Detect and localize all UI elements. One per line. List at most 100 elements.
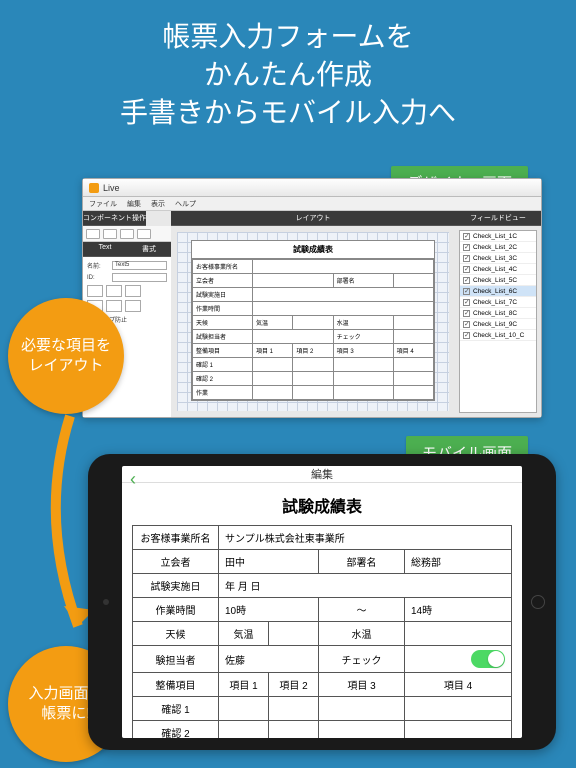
check-icon	[463, 244, 470, 251]
mobile-form: お客様事業所名 サンプル株式会社東事業所 立会者 田中 部署名 総務部 試験実施…	[122, 525, 522, 738]
field-value[interactable]	[405, 721, 512, 739]
field-value[interactable]: 10時	[219, 598, 319, 622]
camera-icon	[103, 599, 109, 605]
section-sub: 書式	[127, 244, 171, 254]
row-label: お客様事業所名	[133, 526, 219, 550]
field-value[interactable]	[269, 697, 319, 721]
canvas-title: レイアウト	[171, 211, 455, 226]
cell: 項目 4	[393, 344, 433, 358]
field-value[interactable]	[269, 622, 319, 646]
list-item[interactable]: Check_List_9C	[460, 319, 536, 330]
headline: 帳票入力フォームを かんたん作成 手書きからモバイル入力へ	[0, 0, 576, 139]
field-value[interactable]	[269, 721, 319, 739]
field-value[interactable]	[405, 697, 512, 721]
list-item-label: Check_List_2C	[473, 244, 517, 251]
row-label: 天候	[193, 316, 253, 330]
panel-component-title: コンポーネント	[83, 211, 132, 226]
field-value[interactable]	[319, 721, 405, 739]
cell: 水温	[333, 316, 393, 330]
field-value[interactable]: 年 月 日	[219, 574, 512, 598]
cell: チェック	[319, 646, 405, 673]
list-item-label: Check_List_7C	[473, 299, 517, 306]
tool-button[interactable]	[120, 229, 134, 239]
list-item-label: Check_List_8C	[473, 310, 517, 317]
align-icon[interactable]	[87, 285, 103, 297]
menu-help[interactable]: ヘルプ	[175, 199, 196, 209]
tool-button[interactable]	[103, 229, 117, 239]
cell: 項目 1	[219, 673, 269, 697]
row-label: 整備項目	[193, 344, 253, 358]
list-item[interactable]: Check_List_5C	[460, 275, 536, 286]
cell: 項目 4	[405, 673, 512, 697]
menu-edit[interactable]: 編集	[127, 199, 141, 209]
list-item-label: Check_List_4C	[473, 266, 517, 273]
field-value[interactable]	[319, 697, 405, 721]
field-value[interactable]: サンプル株式会社東事業所	[219, 526, 512, 550]
check-icon	[463, 255, 470, 262]
row-label: 試験担当者	[193, 330, 253, 344]
left-toolbar	[83, 226, 171, 242]
form-table: お客様事業所名 立会者部署名 試験実施日 作業時間 天候気温水温 試験担当者チェ…	[192, 259, 434, 400]
check-icon	[463, 288, 470, 295]
field-value[interactable]: 総務部	[405, 550, 512, 574]
row-label: お客様事業所名	[193, 260, 253, 274]
align-icon[interactable]	[106, 285, 122, 297]
align-icon[interactable]	[125, 285, 141, 297]
row-label: 確認 1	[133, 697, 219, 721]
menu-view[interactable]: 表示	[151, 199, 165, 209]
designer-window: Live ファイル 編集 表示 ヘルプ コンポーネント 操作 Text 書式	[82, 178, 542, 418]
field-value[interactable]	[219, 697, 269, 721]
list-item[interactable]: Check_List_6C	[460, 286, 536, 297]
check-toggle[interactable]	[471, 650, 505, 668]
menu-file[interactable]: ファイル	[89, 199, 117, 209]
row-label: 作業	[193, 386, 253, 400]
row-label: 験担当者	[133, 646, 219, 673]
tilde: 〜	[319, 598, 405, 622]
cell: 水温	[319, 622, 405, 646]
home-button-icon[interactable]	[531, 595, 545, 609]
prop-name-input[interactable]: Text5	[112, 261, 167, 270]
back-icon[interactable]: ‹	[130, 470, 136, 488]
row-label: 立会者	[193, 274, 253, 288]
row-label: 作業時間	[133, 598, 219, 622]
cell: チェック	[333, 330, 393, 344]
list-item[interactable]: Check_List_7C	[460, 297, 536, 308]
headline-line2: かんたん作成	[0, 56, 576, 94]
list-item[interactable]: Check_List_10_C	[460, 330, 536, 341]
callout-line: レイアウト	[21, 356, 111, 376]
prop-id-label: ID:	[87, 275, 109, 281]
tool-button[interactable]	[137, 229, 151, 239]
list-item[interactable]: Check_List_2C	[460, 242, 536, 253]
menubar: ファイル 編集 表示 ヘルプ	[83, 197, 541, 211]
row-label: 整備項目	[133, 673, 219, 697]
check-icon	[463, 299, 470, 306]
list-item-label: Check_List_1C	[473, 233, 517, 240]
mobile-form-title: 試験成績表	[122, 483, 522, 525]
cell: 気温	[219, 622, 269, 646]
field-value[interactable]: 14時	[405, 598, 512, 622]
list-item[interactable]: Check_List_8C	[460, 308, 536, 319]
field-value[interactable]	[405, 622, 512, 646]
check-icon	[463, 266, 470, 273]
field-value[interactable]: 田中	[219, 550, 319, 574]
check-icon	[463, 233, 470, 240]
align-icon[interactable]	[106, 300, 122, 312]
check-icon	[463, 310, 470, 317]
canvas-form[interactable]: 試験成績表 お客様事業所名 立会者部署名 試験実施日 作業時間 天候気温水温 試…	[191, 240, 435, 401]
list-item[interactable]: Check_List_4C	[460, 264, 536, 275]
list-item[interactable]: Check_List_1C	[460, 231, 536, 242]
designer-titlebar: Live	[83, 179, 541, 197]
tool-button[interactable]	[86, 229, 100, 239]
field-value[interactable]: 佐藤	[219, 646, 319, 673]
prop-id-input[interactable]	[112, 273, 167, 282]
field-value[interactable]	[219, 721, 269, 739]
cell: 項目 1	[253, 344, 293, 358]
row-label: 部署名	[319, 550, 405, 574]
cell: 項目 3	[319, 673, 405, 697]
row-label: 試験実施日	[133, 574, 219, 598]
list-item[interactable]: Check_List_3C	[460, 253, 536, 264]
callout-layout: 必要な項目を レイアウト	[8, 298, 124, 414]
align-icon[interactable]	[125, 300, 141, 312]
headline-line3: 手書きからモバイル入力へ	[0, 94, 576, 132]
check-icon	[463, 321, 470, 328]
